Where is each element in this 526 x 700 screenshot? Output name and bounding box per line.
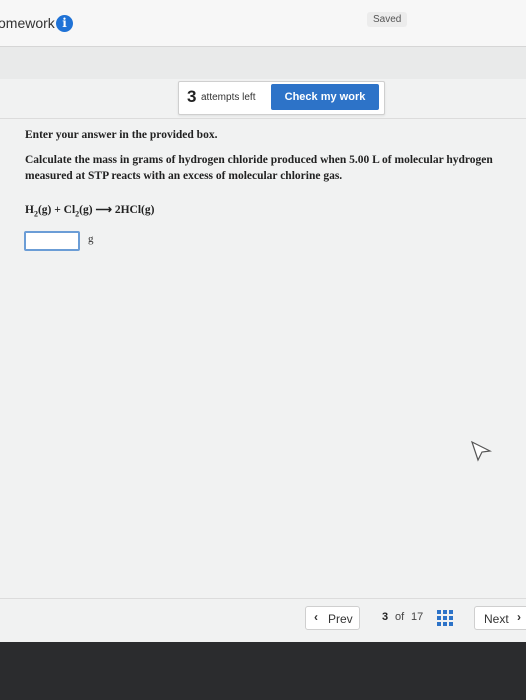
page-title: omework <box>0 15 55 31</box>
answer-unit: g <box>88 233 94 245</box>
equation-state: (g) + Cl <box>37 204 76 216</box>
equation-state: (g) <box>79 204 93 216</box>
footer-divider <box>0 598 526 599</box>
mouse-cursor-icon <box>470 440 492 462</box>
check-my-work-button[interactable]: Check my work <box>271 84 379 110</box>
reaction-arrow: ⟶ <box>92 204 115 216</box>
chemical-equation: H2(g) + Cl2(g) ⟶ 2HCl(g) <box>25 202 154 218</box>
equation-product: 2HCl(g) <box>114 204 155 216</box>
info-icon[interactable]: i <box>56 15 73 32</box>
next-label: Next <box>484 612 509 626</box>
attempts-panel: 3 attempts left Check my work <box>178 81 385 115</box>
prev-button[interactable]: ‹ Prev <box>305 606 360 630</box>
chevron-left-icon: ‹ <box>314 610 318 624</box>
next-button[interactable]: Next › <box>474 606 526 630</box>
question-divider <box>0 118 526 119</box>
page-total: 17 <box>411 611 424 623</box>
page-of: of <box>395 611 405 623</box>
chevron-right-icon: › <box>517 610 521 624</box>
toolbar-band <box>0 47 526 79</box>
answer-input[interactable] <box>24 231 80 251</box>
prev-label: Prev <box>328 612 353 626</box>
attempts-count: 3 <box>187 87 197 106</box>
saved-status: Saved <box>367 12 408 27</box>
bottom-bar <box>0 642 526 700</box>
question-instruction: Enter your answer in the provided box. <box>25 129 218 141</box>
header-bar: omework i Saved <box>0 0 526 46</box>
grid-icon[interactable] <box>437 610 453 626</box>
page-current: 3 <box>382 611 389 623</box>
attempts-label: attempts left <box>201 92 256 103</box>
question-prompt: Calculate the mass in grams of hydrogen … <box>25 154 493 182</box>
equation-reactant-h: H <box>25 204 34 216</box>
